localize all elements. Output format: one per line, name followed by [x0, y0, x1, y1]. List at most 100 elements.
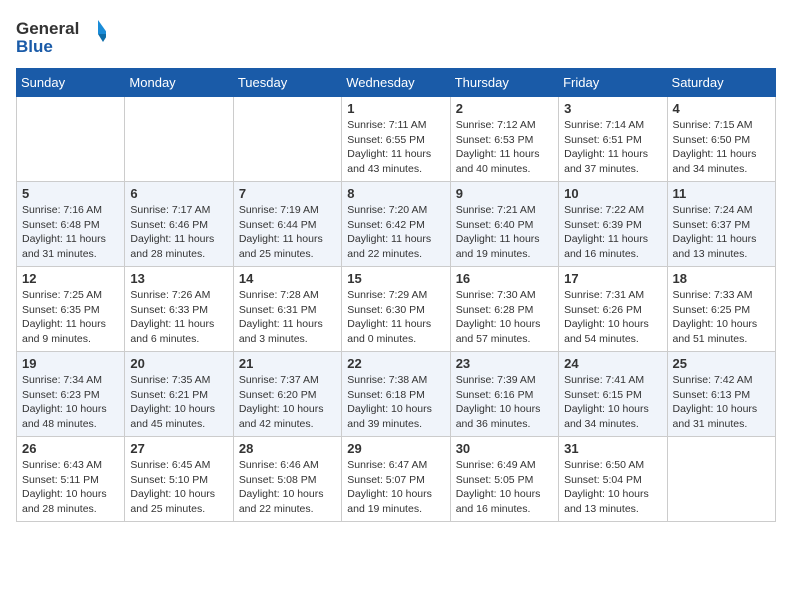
calendar-cell: 22 Sunrise: 7:38 AMSunset: 6:18 PMDayligh… [342, 352, 450, 437]
col-header-saturday: Saturday [667, 69, 775, 97]
calendar-header-row: SundayMondayTuesdayWednesdayThursdayFrid… [17, 69, 776, 97]
day-info: Sunrise: 7:29 AMSunset: 6:30 PMDaylight:… [347, 288, 444, 347]
day-number: 21 [239, 356, 336, 371]
day-number: 16 [456, 271, 553, 286]
day-info: Sunrise: 7:12 AMSunset: 6:53 PMDaylight:… [456, 118, 553, 177]
calendar-cell: 3 Sunrise: 7:14 AMSunset: 6:51 PMDaylight… [559, 97, 667, 182]
calendar-cell: 26Sunrise: 6:43 AMSunset: 5:11 PMDayligh… [17, 437, 125, 522]
day-info: Sunrise: 6:49 AMSunset: 5:05 PMDaylight:… [456, 458, 553, 517]
calendar-cell: 8Sunrise: 7:20 AMSunset: 6:42 PMDaylight… [342, 182, 450, 267]
day-info: Sunrise: 7:17 AMSunset: 6:46 PMDaylight:… [130, 203, 227, 262]
calendar-cell: 15 Sunrise: 7:29 AMSunset: 6:30 PMDayligh… [342, 267, 450, 352]
svg-text:Blue: Blue [16, 37, 53, 56]
day-number: 3 [564, 101, 661, 116]
day-info: Sunrise: 6:50 AMSunset: 5:04 PMDaylight:… [564, 458, 661, 517]
day-info: Sunrise: 7:25 AMSunset: 6:35 PMDaylight:… [22, 288, 119, 347]
day-info: Sunrise: 7:38 AMSunset: 6:18 PMDaylight:… [347, 373, 444, 432]
calendar-week-row: 1 Sunrise: 7:11 AMSunset: 6:55 PMDaylight… [17, 97, 776, 182]
day-number: 2 [456, 101, 553, 116]
calendar-cell: 29Sunrise: 6:47 AMSunset: 5:07 PMDayligh… [342, 437, 450, 522]
calendar-cell: 17 Sunrise: 7:31 AMSunset: 6:26 PMDayligh… [559, 267, 667, 352]
logo: General Blue [16, 16, 106, 56]
day-info: Sunrise: 7:35 AMSunset: 6:21 PMDaylight:… [130, 373, 227, 432]
day-number: 23 [456, 356, 553, 371]
day-number: 25 [673, 356, 770, 371]
calendar-cell [17, 97, 125, 182]
col-header-tuesday: Tuesday [233, 69, 341, 97]
calendar-cell: 24 Sunrise: 7:41 AMSunset: 6:15 PMDayligh… [559, 352, 667, 437]
calendar-cell: 2 Sunrise: 7:12 AMSunset: 6:53 PMDaylight… [450, 97, 558, 182]
day-info: Sunrise: 7:33 AMSunset: 6:25 PMDaylight:… [673, 288, 770, 347]
day-info: Sunrise: 7:42 AMSunset: 6:13 PMDaylight:… [673, 373, 770, 432]
calendar-cell [233, 97, 341, 182]
day-number: 18 [673, 271, 770, 286]
col-header-sunday: Sunday [17, 69, 125, 97]
calendar-week-row: 19 Sunrise: 7:34 AMSunset: 6:23 PMDayligh… [17, 352, 776, 437]
day-info: Sunrise: 7:31 AMSunset: 6:26 PMDaylight:… [564, 288, 661, 347]
day-info: Sunrise: 7:22 AMSunset: 6:39 PMDaylight:… [564, 203, 661, 262]
calendar-cell: 25 Sunrise: 7:42 AMSunset: 6:13 PMDayligh… [667, 352, 775, 437]
day-number: 12 [22, 271, 119, 286]
day-info: Sunrise: 7:15 AMSunset: 6:50 PMDaylight:… [673, 118, 770, 177]
day-info: Sunrise: 7:11 AMSunset: 6:55 PMDaylight:… [347, 118, 444, 177]
calendar-cell: 10 Sunrise: 7:22 AMSunset: 6:39 PMDayligh… [559, 182, 667, 267]
col-header-monday: Monday [125, 69, 233, 97]
day-number: 10 [564, 186, 661, 201]
calendar-cell: 19 Sunrise: 7:34 AMSunset: 6:23 PMDayligh… [17, 352, 125, 437]
calendar-cell: 6Sunrise: 7:17 AMSunset: 6:46 PMDaylight… [125, 182, 233, 267]
day-number: 17 [564, 271, 661, 286]
calendar-cell: 7 Sunrise: 7:19 AMSunset: 6:44 PMDaylight… [233, 182, 341, 267]
day-info: Sunrise: 6:45 AMSunset: 5:10 PMDaylight:… [130, 458, 227, 517]
day-number: 20 [130, 356, 227, 371]
calendar-week-row: 26Sunrise: 6:43 AMSunset: 5:11 PMDayligh… [17, 437, 776, 522]
calendar-cell: 14 Sunrise: 7:28 AMSunset: 6:31 PMDayligh… [233, 267, 341, 352]
day-info: Sunrise: 7:34 AMSunset: 6:23 PMDaylight:… [22, 373, 119, 432]
day-number: 9 [456, 186, 553, 201]
day-info: Sunrise: 7:28 AMSunset: 6:31 PMDaylight:… [239, 288, 336, 347]
day-info: Sunrise: 7:41 AMSunset: 6:15 PMDaylight:… [564, 373, 661, 432]
day-info: Sunrise: 7:26 AMSunset: 6:33 PMDaylight:… [130, 288, 227, 347]
calendar-week-row: 5Sunrise: 7:16 AMSunset: 6:48 PMDaylight… [17, 182, 776, 267]
day-number: 24 [564, 356, 661, 371]
calendar-cell [125, 97, 233, 182]
day-number: 22 [347, 356, 444, 371]
day-number: 30 [456, 441, 553, 456]
day-number: 13 [130, 271, 227, 286]
day-info: Sunrise: 7:16 AMSunset: 6:48 PMDaylight:… [22, 203, 119, 262]
calendar-cell: 20 Sunrise: 7:35 AMSunset: 6:21 PMDayligh… [125, 352, 233, 437]
calendar-cell: 13 Sunrise: 7:26 AMSunset: 6:33 PMDayligh… [125, 267, 233, 352]
day-info: Sunrise: 7:19 AMSunset: 6:44 PMDaylight:… [239, 203, 336, 262]
day-number: 11 [673, 186, 770, 201]
day-number: 29 [347, 441, 444, 456]
svg-text:General: General [16, 19, 79, 38]
col-header-thursday: Thursday [450, 69, 558, 97]
calendar-cell: 18 Sunrise: 7:33 AMSunset: 6:25 PMDayligh… [667, 267, 775, 352]
day-number: 31 [564, 441, 661, 456]
day-number: 19 [22, 356, 119, 371]
calendar-cell: 11Sunrise: 7:24 AMSunset: 6:37 PMDayligh… [667, 182, 775, 267]
calendar-cell: 23 Sunrise: 7:39 AMSunset: 6:16 PMDayligh… [450, 352, 558, 437]
day-info: Sunrise: 7:21 AMSunset: 6:40 PMDaylight:… [456, 203, 553, 262]
day-number: 28 [239, 441, 336, 456]
calendar-cell: 31 Sunrise: 6:50 AMSunset: 5:04 PMDayligh… [559, 437, 667, 522]
calendar-cell: 28 Sunrise: 6:46 AMSunset: 5:08 PMDayligh… [233, 437, 341, 522]
day-info: Sunrise: 7:14 AMSunset: 6:51 PMDaylight:… [564, 118, 661, 177]
day-info: Sunrise: 7:30 AMSunset: 6:28 PMDaylight:… [456, 288, 553, 347]
day-number: 14 [239, 271, 336, 286]
day-number: 1 [347, 101, 444, 116]
day-info: Sunrise: 7:39 AMSunset: 6:16 PMDaylight:… [456, 373, 553, 432]
col-header-wednesday: Wednesday [342, 69, 450, 97]
calendar-cell [667, 437, 775, 522]
day-info: Sunrise: 6:43 AMSunset: 5:11 PMDaylight:… [22, 458, 119, 517]
calendar-cell: 9 Sunrise: 7:21 AMSunset: 6:40 PMDaylight… [450, 182, 558, 267]
calendar-cell: 16 Sunrise: 7:30 AMSunset: 6:28 PMDayligh… [450, 267, 558, 352]
day-number: 15 [347, 271, 444, 286]
calendar-cell: 4Sunrise: 7:15 AMSunset: 6:50 PMDaylight… [667, 97, 775, 182]
calendar-cell: 1 Sunrise: 7:11 AMSunset: 6:55 PMDaylight… [342, 97, 450, 182]
day-info: Sunrise: 6:46 AMSunset: 5:08 PMDaylight:… [239, 458, 336, 517]
day-info: Sunrise: 7:37 AMSunset: 6:20 PMDaylight:… [239, 373, 336, 432]
day-number: 7 [239, 186, 336, 201]
calendar-cell: 12 Sunrise: 7:25 AMSunset: 6:35 PMDayligh… [17, 267, 125, 352]
col-header-friday: Friday [559, 69, 667, 97]
calendar-cell: 5Sunrise: 7:16 AMSunset: 6:48 PMDaylight… [17, 182, 125, 267]
